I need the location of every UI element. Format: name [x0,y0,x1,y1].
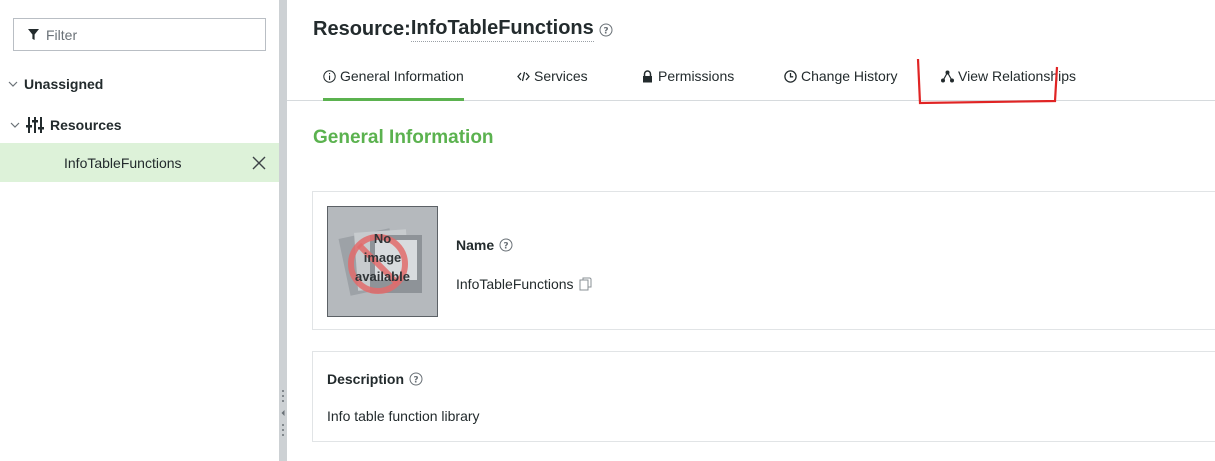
description-label-text: Description [327,371,405,387]
tab-label: Services [534,68,588,84]
main-panel: Resource: InfoTableFunctions ? General I… [287,0,1215,461]
lock-icon [643,70,652,83]
tab-change-history[interactable]: Change History [784,68,898,101]
description-label: Description ? [327,371,423,387]
tree-item-unassigned[interactable]: Unassigned [0,74,103,94]
clock-icon [784,70,797,83]
no-image-line: available [355,269,410,284]
filter-input[interactable]: Filter [13,18,266,51]
svg-text:?: ? [504,242,509,252]
chevron-down-icon[interactable] [8,79,18,89]
tab-label: Change History [801,68,898,84]
title-name[interactable]: InfoTableFunctions [410,17,594,42]
tab-permissions[interactable]: Permissions [641,68,734,101]
tab-bar: General Information Services Permissions… [287,60,1215,101]
tab-view-relationships[interactable]: View Relationships [941,68,1076,101]
help-icon[interactable]: ? [599,23,613,37]
help-icon[interactable]: ? [409,372,423,386]
help-icon[interactable]: ? [499,238,513,252]
name-card: No image available Name ? InfoTableFunct… [312,191,1215,330]
app-window: Filter Unassigned Resources InfoTableFun… [0,0,1215,461]
tree-item-infotablefunctions[interactable]: InfoTableFunctions [0,143,279,182]
tree-item-label: Unassigned [24,76,104,92]
info-circle-icon [323,70,336,83]
resources-icon [26,117,44,133]
sidebar: Filter Unassigned Resources InfoTableFun… [0,0,279,461]
code-icon [517,71,530,82]
hierarchy-icon [941,70,954,83]
name-value: InfoTableFunctions [456,276,592,292]
tab-general-information[interactable]: General Information [323,68,464,101]
drag-handle-icon[interactable] [281,388,285,438]
tab-services[interactable]: Services [517,68,588,101]
page-title: Resource: InfoTableFunctions ? [313,17,613,42]
name-label-text: Name [456,237,495,253]
svg-text:?: ? [413,376,418,386]
name-label: Name ? [456,237,513,253]
svg-text:?: ? [603,26,608,36]
panel-splitter[interactable] [279,0,287,461]
copy-icon[interactable] [579,277,592,291]
tree-item-resources[interactable]: Resources [0,114,122,136]
tab-label: General Information [340,68,464,84]
filter-placeholder: Filter [46,26,78,43]
no-image-thumbnail: No image available [327,206,438,317]
filter-icon [28,29,39,40]
no-image-line: image [363,250,402,265]
title-prefix: Resource: [313,18,411,40]
description-card: Description ? Info table function librar… [312,351,1215,442]
description-value: Info table function library [327,408,480,424]
chevron-down-icon[interactable] [10,120,20,130]
tree-item-label: InfoTableFunctions [64,154,182,171]
no-image-label: No image available [328,229,437,286]
tree-item-label: Resources [50,117,122,133]
close-icon[interactable] [252,156,266,170]
no-image-line: No [373,231,392,246]
tab-label: View Relationships [958,68,1077,84]
tab-label: Permissions [658,68,735,84]
name-value-text: InfoTableFunctions [456,276,574,292]
section-title: General Information [313,127,494,148]
